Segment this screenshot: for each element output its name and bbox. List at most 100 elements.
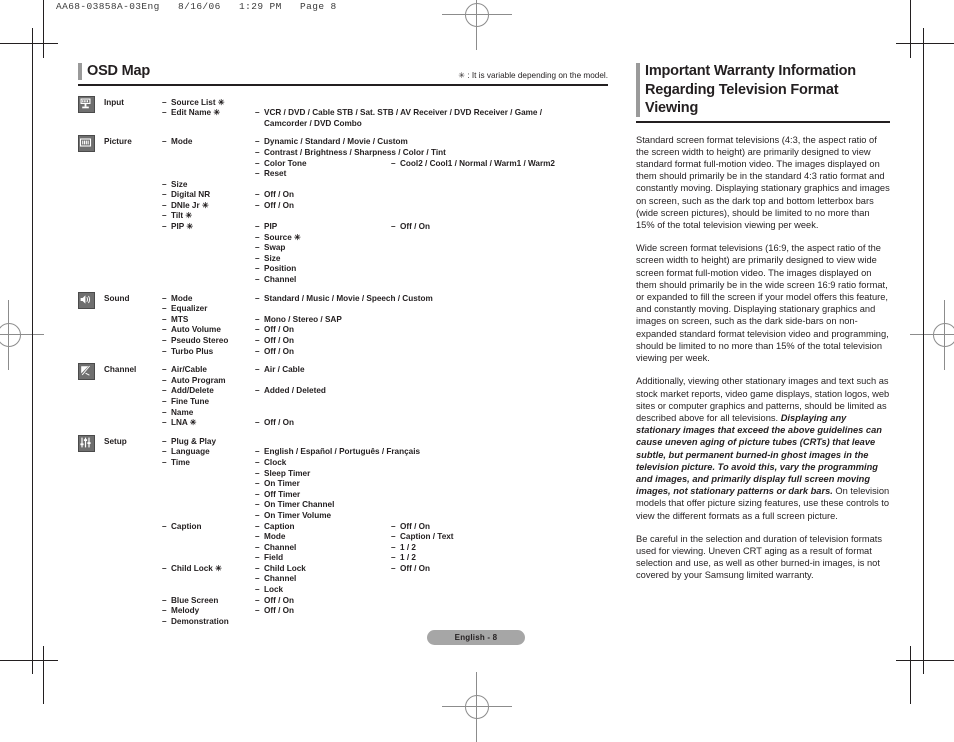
print-header: AA68-03858A-03Eng 8/16/06 1:29 PM Page 8 — [56, 1, 337, 12]
osd-entry-level2: – Dynamic / Standard / Movie / Custom — [255, 137, 408, 147]
osd-group-label: Channel — [104, 365, 137, 375]
osd-entry-level3: –1 / 2 — [391, 553, 416, 563]
osd-entry-text: Language — [171, 447, 210, 457]
osd-row: – Tilt ✳ — [162, 211, 608, 222]
osd-entry-level2: – Mode — [255, 532, 286, 542]
osd-entry-level2: – Child Lock — [255, 563, 306, 573]
osd-entry-level3: – Caption / Text — [391, 532, 454, 542]
osd-entry-text: On Timer — [264, 479, 300, 489]
osd-entry-text: Fine Tune — [171, 396, 210, 406]
osd-row: – Equalizer — [162, 304, 608, 315]
osd-row: – Channel –1 / 2 — [162, 543, 608, 554]
osd-entry-text: Equalizer — [171, 304, 208, 314]
osd-entry-text: Turbo Plus — [171, 346, 214, 356]
osd-group-channel: Channel – Air/Cable – Air / Cable – Auto Progr… — [78, 363, 608, 429]
osd-entry-text: On Timer Channel — [264, 500, 335, 510]
warranty-paragraph: Additionally, viewing other stationary i… — [636, 375, 890, 521]
osd-entry-text: Off Timer — [264, 489, 301, 499]
osd-row: – Add/Delete – Added / Deleted — [162, 386, 608, 397]
osd-row: – Source ✳ — [162, 233, 608, 244]
osd-entry-level2: – Channel — [255, 574, 297, 584]
osd-entry-level3: – Off / On — [391, 563, 431, 573]
osd-entry-level1: – Size — [162, 179, 188, 189]
osd-entry-text: Caption / Text — [400, 532, 454, 542]
osd-group-label: Picture — [104, 137, 132, 147]
osd-entry-level2: – VCR / DVD / Cable STB / Sat. STB / AV R… — [255, 108, 543, 118]
osd-entry-level2: – English / Español / Português / Françai… — [255, 447, 421, 457]
osd-entry-text: Caption — [264, 521, 295, 531]
osd-entry-text: Caption — [171, 521, 202, 531]
osd-entry-level1: – Plug & Play — [162, 436, 217, 446]
warranty-heading: Important Warranty Information Regarding… — [636, 62, 890, 123]
osd-entry-text: Off / On — [400, 563, 431, 573]
osd-entry-level2: – Off / On — [255, 325, 295, 335]
osd-entry-level2: – Contrast / Brightness / Sharpness / Col… — [255, 147, 446, 157]
osd-entry-level2: – Mono / Stereo / SAP — [255, 314, 342, 324]
osd-entry-text: Lock — [264, 585, 284, 595]
osd-entry-text: 1 / 2 — [400, 542, 416, 552]
osd-entry-level2: – Off / On — [255, 190, 295, 200]
osd-entry-text: Off / On — [264, 200, 295, 210]
osd-entry-text: Plug & Play — [171, 436, 217, 446]
osd-entry-text: Sleep Timer — [264, 468, 311, 478]
osd-entry-level2: – Position — [255, 264, 297, 274]
osd-entry-text: Off / On — [264, 336, 295, 346]
osd-row: – Name — [162, 408, 608, 419]
osd-entry-text: Clock — [264, 457, 287, 467]
osd-entry-level1: – Pseudo Stereo — [162, 336, 229, 346]
osd-entry-text: Mode — [264, 532, 286, 542]
osd-row: – Edit Name ✳ – VCR / DVD / Cable STB / Sat… — [162, 108, 608, 119]
osd-group-entries: – Mode – Standard / Music / Movie / Speech … — [162, 294, 608, 358]
osd-entry-text: PIP ✳ — [171, 222, 194, 232]
osd-row: – On Timer Volume — [162, 511, 608, 522]
warranty-paragraph: Wide screen format televisions (16:9, th… — [636, 242, 890, 364]
osd-entry-level2: – On Timer — [255, 479, 300, 489]
osd-map-column: OSD Map ✳ : It is variable depending on … — [78, 62, 608, 635]
osd-entry-level1: – Edit Name ✳ — [162, 108, 221, 118]
osd-entry-text: English / Español / Português / Français — [264, 447, 421, 457]
warranty-title-line1: Important Warranty Information — [645, 63, 856, 79]
osd-entry-text: Child Lock ✳ — [171, 563, 222, 573]
osd-row: – Color Tone – Cool2 / Cool1 / Normal / War… — [162, 159, 608, 170]
osd-row: – Lock — [162, 585, 608, 596]
osd-row: – Melody – Off / On — [162, 606, 608, 617]
osd-entry-level1: – Time — [162, 457, 190, 467]
osd-entry-level2: – On Timer Volume — [255, 510, 332, 520]
osd-entry-level3: –1 / 2 — [391, 542, 416, 552]
osd-entry-level1: – MTS — [162, 314, 189, 324]
osd-entry-level1: – PIP ✳ — [162, 222, 194, 232]
osd-entry-text: Off / On — [400, 222, 431, 232]
osd-entry-level2: – Off / On — [255, 606, 295, 616]
paragraph-text: Be careful in the selection and duration… — [636, 533, 882, 581]
osd-entry-text: Standard / Music / Movie / Speech / Cust… — [264, 293, 433, 303]
osd-entry-level2: – Caption — [255, 521, 295, 531]
osd-entry-text: Size — [171, 179, 188, 189]
osd-entry-level1: – Caption — [162, 521, 202, 531]
osd-entry-text: Melody — [171, 606, 200, 616]
model-variation-note: ✳ : It is variable depending on the mode… — [458, 70, 608, 80]
osd-entry-text: Size — [264, 253, 281, 263]
osd-entry-text: Position — [264, 264, 297, 274]
osd-row: – Pseudo Stereo – Off / On — [162, 336, 608, 347]
page-number-badge: English - 8 — [427, 630, 525, 645]
osd-entry-text: Air/Cable — [171, 365, 207, 375]
osd-entry-text: Off / On — [264, 418, 295, 428]
picture-icon — [78, 135, 95, 153]
osd-entry-level1: – Melody — [162, 606, 200, 616]
osd-row: – Position — [162, 264, 608, 275]
osd-row: – Child Lock ✳ – Child Lock – Off / On — [162, 564, 608, 575]
osd-row: – Reset — [162, 169, 608, 180]
osd-entry-level1: – Air/Cable — [162, 365, 207, 375]
osd-entry-value-wrap: Camcorder / DVD Combo — [255, 119, 608, 130]
osd-entry-text: Channel — [264, 574, 297, 584]
warranty-paragraph: Standard screen format televisions (4:3,… — [636, 134, 890, 232]
osd-entry-level2: – Lock — [255, 585, 284, 595]
osd-entry-level2: – Standard / Music / Movie / Speech / Cus… — [255, 293, 433, 303]
osd-entry-level2: – Off / On — [255, 346, 295, 356]
osd-entry-text: VCR / DVD / Cable STB / Sat. STB / AV Re… — [264, 108, 543, 118]
osd-entry-level1: – Mode — [162, 293, 193, 303]
paragraph-text: Wide screen format televisions (16:9, th… — [636, 243, 889, 364]
osd-entry-text: Digital NR — [171, 190, 211, 200]
osd-row: – PIP ✳ – PIP – Off / On — [162, 222, 608, 233]
paragraph-text: Standard screen format televisions (4:3,… — [636, 134, 890, 231]
